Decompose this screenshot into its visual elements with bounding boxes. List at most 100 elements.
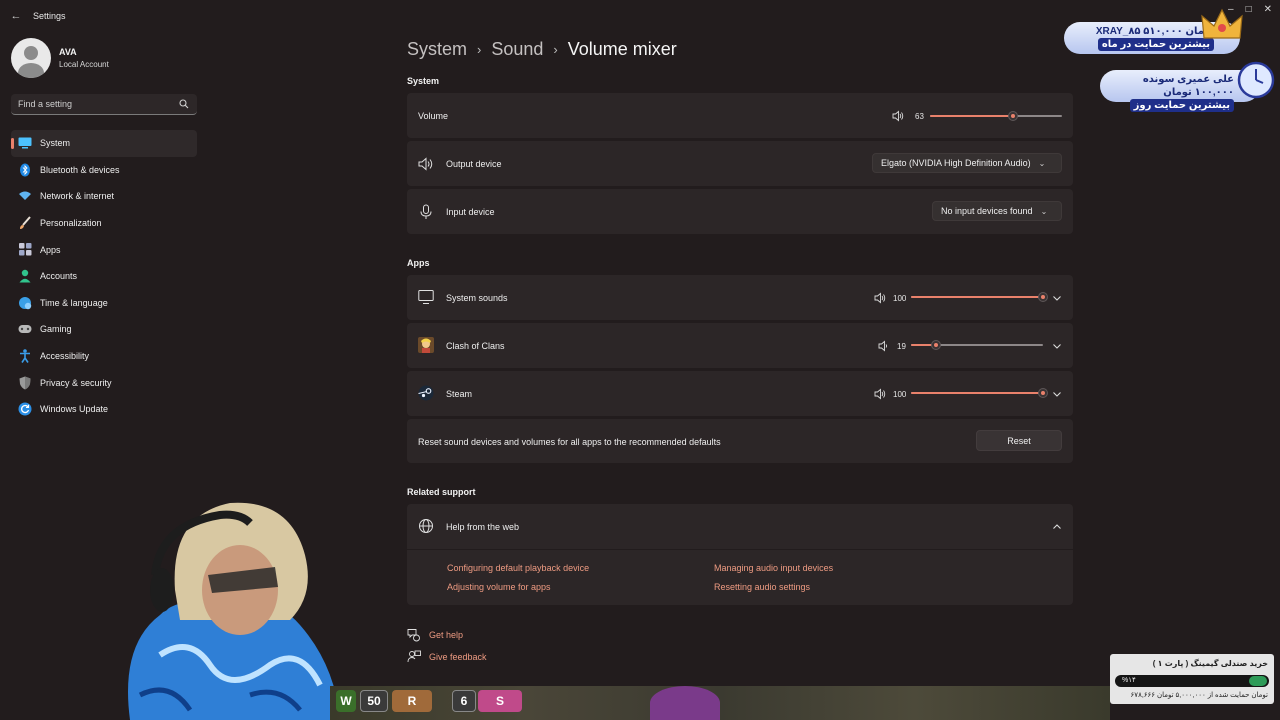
game-badge: 6 xyxy=(452,690,476,712)
app-volume-slider[interactable] xyxy=(911,388,1048,398)
speaker-icon[interactable] xyxy=(892,110,904,122)
sidebar-item-label: Apps xyxy=(40,244,61,255)
app-volume-value: 19 xyxy=(897,342,906,351)
streamer-webcam-image xyxy=(128,502,340,720)
sidebar-item-personalization[interactable]: Personalization xyxy=(11,210,197,237)
get-help-label: Get help xyxy=(429,630,464,640)
sidebar-item-label: Privacy & security xyxy=(40,377,112,388)
help-link[interactable]: Managing audio input devices xyxy=(714,563,833,573)
search-icon[interactable] xyxy=(179,99,189,109)
sidebar-item-gaming[interactable]: Gaming xyxy=(11,316,197,343)
chevron-down-icon[interactable] xyxy=(1052,293,1062,303)
sidebar-item-label: System xyxy=(40,138,71,149)
globe-icon xyxy=(419,519,433,533)
breadcrumb-system[interactable]: System xyxy=(407,39,467,60)
give-feedback-label: Give feedback xyxy=(429,652,487,662)
help-link[interactable]: Resetting audio settings xyxy=(714,582,810,592)
slider-thumb[interactable] xyxy=(931,340,942,350)
speaker-icon[interactable] xyxy=(874,292,886,304)
donation-monthly-line1: XRAY_۸۵ ۵۱۰,۰۰۰ تومان xyxy=(1095,26,1214,37)
sidebar-item-windows-update[interactable]: Windows Update xyxy=(11,396,197,423)
goal-percent: %۱۴ xyxy=(1122,677,1136,684)
feedback-icon xyxy=(407,650,421,663)
speaker-low-icon[interactable] xyxy=(878,340,890,352)
crown-icon xyxy=(1201,8,1243,39)
breadcrumb-sound[interactable]: Sound xyxy=(491,39,543,60)
app-volume-slider[interactable] xyxy=(911,292,1048,302)
app-row-system-sounds: System sounds 100 xyxy=(407,275,1073,320)
chevron-down-icon[interactable] xyxy=(1052,341,1062,351)
accessibility-icon xyxy=(18,349,32,363)
game-badge: 50 xyxy=(360,690,388,712)
maximize-icon[interactable]: □ xyxy=(1246,4,1252,15)
volume-slider[interactable] xyxy=(930,111,1062,121)
bluetooth-icon xyxy=(18,163,32,177)
sidebar-item-label: Time & language xyxy=(40,297,108,308)
monitor-icon xyxy=(418,290,434,304)
give-feedback-link[interactable]: Give feedback xyxy=(407,650,487,664)
slider-thumb[interactable] xyxy=(1038,292,1048,302)
input-device-label: Input device xyxy=(446,207,495,217)
webcam-overlay xyxy=(100,495,340,720)
goal-title: خرید صندلی گیمینگ ( پارت ۱ ) xyxy=(1152,659,1268,668)
chevron-right-icon: › xyxy=(477,42,482,57)
goal-progress-bar: %۱۴ xyxy=(1115,675,1269,687)
slider-thumb[interactable] xyxy=(1038,388,1048,398)
sidebar-item-accounts[interactable]: Accounts xyxy=(11,263,197,290)
donation-daily-line2: بیشترین حمایت روز xyxy=(1129,99,1234,112)
input-device-dropdown[interactable]: No input devices found ⌄ xyxy=(932,201,1062,221)
sidebar-item-network[interactable]: Network & internet xyxy=(11,183,197,210)
game-badge: W xyxy=(336,690,356,712)
output-device-card: Output device Elgato (NVIDIA High Defini… xyxy=(407,141,1073,186)
get-help-link[interactable]: Get help xyxy=(407,628,463,642)
sidebar-item-label: Network & internet xyxy=(40,191,115,202)
apps-icon xyxy=(18,243,32,257)
sidebar-item-time-language[interactable]: Time & language xyxy=(11,290,197,317)
sidebar-item-label: Accessibility xyxy=(40,351,90,362)
sidebar-item-bluetooth[interactable]: Bluetooth & devices xyxy=(11,157,197,184)
profile-name: AVA xyxy=(59,47,77,57)
person-icon xyxy=(18,269,32,283)
update-icon xyxy=(18,402,32,416)
reset-button[interactable]: Reset xyxy=(976,430,1062,451)
section-title-system: System xyxy=(407,76,440,86)
chevron-up-icon[interactable] xyxy=(1052,522,1062,532)
donation-goal-widget: خرید صندلی گیمینگ ( پارت ۱ ) %۱۴ ۶۷۸,۶۶۶… xyxy=(1110,654,1274,704)
microphone-icon xyxy=(420,204,432,219)
donation-monthly-line2: بیشترین حمایت در ماه xyxy=(1097,38,1214,51)
help-links-panel: Configuring default playback device Mana… xyxy=(407,550,1073,605)
help-from-web-header[interactable]: Help from the web xyxy=(407,504,1073,549)
speaker-icon[interactable] xyxy=(874,388,886,400)
sidebar-item-label: Accounts xyxy=(40,271,78,282)
output-device-label: Output device xyxy=(446,159,502,169)
sidebar-item-system[interactable]: System xyxy=(11,130,197,157)
slider-thumb[interactable] xyxy=(1008,111,1019,121)
brush-icon xyxy=(18,216,32,230)
app-volume-slider[interactable] xyxy=(911,340,1043,350)
search-input[interactable]: Find a setting xyxy=(11,94,197,115)
app-row-steam: Steam 100 xyxy=(407,371,1073,416)
input-device-card: Input device No input devices found ⌄ xyxy=(407,189,1073,234)
back-arrow-icon[interactable]: ← xyxy=(9,9,23,23)
help-link[interactable]: Configuring default playback device xyxy=(447,563,589,573)
output-device-dropdown[interactable]: Elgato (NVIDIA High Definition Audio) ⌄ xyxy=(872,153,1062,173)
profile-account-type: Local Account xyxy=(59,60,109,69)
chevron-down-icon: ⌄ xyxy=(1040,206,1048,216)
chevron-down-icon: ⌄ xyxy=(1038,158,1046,168)
volume-value: 63 xyxy=(915,112,924,121)
donation-daily-line1: علی عمیری سونده ۱۰۰,۰۰۰ تومان xyxy=(1142,74,1234,98)
steam-icon xyxy=(418,385,434,401)
user-profile[interactable]: AVA Local Account xyxy=(11,38,109,78)
input-device-value: No input devices found xyxy=(941,206,1033,216)
sidebar-item-accessibility[interactable]: Accessibility xyxy=(11,343,197,370)
sidebar-item-privacy-security[interactable]: Privacy & security xyxy=(11,369,197,396)
help-link[interactable]: Adjusting volume for apps xyxy=(447,582,551,592)
chevron-down-icon[interactable] xyxy=(1052,389,1062,399)
clock-icon xyxy=(1237,61,1275,99)
app-name: Steam xyxy=(446,389,473,399)
close-icon[interactable]: ✕ xyxy=(1264,4,1272,15)
avatar xyxy=(11,38,51,78)
sidebar-item-apps[interactable]: Apps xyxy=(11,236,197,263)
section-title-apps: Apps xyxy=(407,258,430,268)
goal-footer: ۶۷۸,۶۶۶ تومان حمایت شده از ۵,۰۰۰,۰۰۰ توم… xyxy=(1130,692,1268,699)
